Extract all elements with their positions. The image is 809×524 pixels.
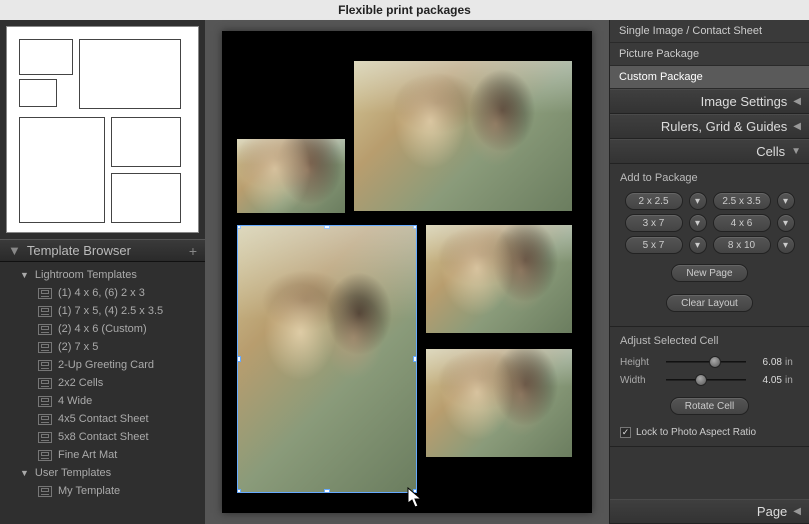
resize-handle[interactable] xyxy=(413,489,417,493)
template-icon xyxy=(38,414,52,425)
template-icon xyxy=(38,324,52,335)
chevron-down-icon: ▼ xyxy=(20,270,29,280)
checkbox-icon: ✓ xyxy=(620,427,631,438)
resize-handle[interactable] xyxy=(413,356,417,362)
template-item[interactable]: 2x2 Cells xyxy=(0,374,205,392)
folder-user-templates[interactable]: ▼ User Templates xyxy=(0,464,205,482)
folder-lightroom-templates[interactable]: ▼ Lightroom Templates xyxy=(0,266,205,284)
template-icon xyxy=(38,396,52,407)
canvas-area xyxy=(205,20,609,524)
print-page[interactable] xyxy=(222,31,592,513)
rotate-cell-button[interactable]: Rotate Cell xyxy=(670,397,749,415)
template-item[interactable]: (2) 7 x 5 xyxy=(0,338,205,356)
size-button[interactable]: 5 x 7 xyxy=(625,236,683,254)
height-slider[interactable] xyxy=(666,355,746,369)
add-template-button[interactable]: + xyxy=(189,243,197,259)
resize-handle[interactable] xyxy=(237,489,241,493)
template-tree: ▼ Lightroom Templates (1) 4 x 6, (6) 2 x… xyxy=(0,262,205,524)
size-button[interactable]: 2.5 x 3.5 xyxy=(713,192,771,210)
template-browser-header[interactable]: ▼ Template Browser + xyxy=(0,239,205,262)
adjust-cell-label: Adjust Selected Cell xyxy=(620,335,799,347)
size-menu-button[interactable]: ▾ xyxy=(777,214,795,232)
width-slider[interactable] xyxy=(666,373,746,387)
chevron-left-icon: ◀ xyxy=(793,121,801,132)
tab-single-image[interactable]: Single Image / Contact Sheet xyxy=(610,20,809,43)
size-button[interactable]: 4 x 6 xyxy=(713,214,771,232)
size-menu-button[interactable]: ▾ xyxy=(689,236,707,254)
new-page-button[interactable]: New Page xyxy=(671,264,747,282)
resize-handle[interactable] xyxy=(324,489,330,493)
photo-cell[interactable] xyxy=(354,61,572,211)
layout-style-tabs: Single Image / Contact Sheet Picture Pac… xyxy=(610,20,809,89)
template-item[interactable]: 5x8 Contact Sheet xyxy=(0,428,205,446)
template-icon xyxy=(38,360,52,371)
template-item[interactable]: Fine Art Mat xyxy=(0,446,205,464)
template-item[interactable]: (2) 4 x 6 (Custom) xyxy=(0,320,205,338)
photo-cell[interactable] xyxy=(426,225,572,333)
chevron-left-icon: ◀ xyxy=(793,506,801,517)
left-panel: ▼ Template Browser + ▼ Lightroom Templat… xyxy=(0,20,205,524)
size-menu-button[interactable]: ▾ xyxy=(689,192,707,210)
size-menu-button[interactable]: ▾ xyxy=(689,214,707,232)
main-layout: ▼ Template Browser + ▼ Lightroom Templat… xyxy=(0,20,809,524)
size-button[interactable]: 2 x 2.5 xyxy=(625,192,683,210)
disclosure-triangle-icon: ▼ xyxy=(8,243,21,258)
template-item[interactable]: 4x5 Contact Sheet xyxy=(0,410,205,428)
template-icon xyxy=(38,450,52,461)
template-icon xyxy=(38,306,52,317)
resize-handle[interactable] xyxy=(237,356,241,362)
width-field: Width 4.05 in xyxy=(620,373,799,387)
layout-preview[interactable] xyxy=(6,26,199,233)
chevron-left-icon: ◀ xyxy=(793,96,801,107)
rulers-header[interactable]: Rulers, Grid & Guides ◀ xyxy=(610,114,809,139)
tab-custom-package[interactable]: Custom Package xyxy=(610,66,809,89)
cells-header[interactable]: Cells ▼ xyxy=(610,139,809,164)
right-panel: Single Image / Contact Sheet Picture Pac… xyxy=(609,20,809,524)
add-to-package-label: Add to Package xyxy=(620,172,799,184)
image-settings-header[interactable]: Image Settings ◀ xyxy=(610,89,809,114)
template-icon xyxy=(38,486,52,497)
adjust-cell-panel: Adjust Selected Cell Height 6.08 in Widt… xyxy=(610,327,809,447)
template-icon xyxy=(38,288,52,299)
resize-handle[interactable] xyxy=(324,225,330,229)
chevron-down-icon: ▼ xyxy=(20,468,29,478)
clear-layout-button[interactable]: Clear Layout xyxy=(666,294,753,312)
size-button[interactable]: 8 x 10 xyxy=(713,236,771,254)
cells-panel: Add to Package 2 x 2.5 ▾ 2.5 x 3.5 ▾ 3 x 7… xyxy=(610,164,809,327)
size-menu-button[interactable]: ▾ xyxy=(777,236,795,254)
tab-picture-package[interactable]: Picture Package xyxy=(610,43,809,66)
resize-handle[interactable] xyxy=(413,225,417,229)
template-icon xyxy=(38,342,52,353)
template-browser-label: Template Browser xyxy=(27,243,131,258)
template-icon xyxy=(38,378,52,389)
template-item[interactable]: 4 Wide xyxy=(0,392,205,410)
size-button[interactable]: 3 x 7 xyxy=(625,214,683,232)
photo-cell[interactable] xyxy=(426,349,572,457)
resize-handle[interactable] xyxy=(237,225,241,229)
lock-aspect-checkbox[interactable]: ✓ Lock to Photo Aspect Ratio xyxy=(620,427,799,438)
window-title: Flexible print packages xyxy=(0,0,809,20)
width-value[interactable]: 4.05 xyxy=(752,375,782,386)
height-value[interactable]: 6.08 xyxy=(752,357,782,368)
template-icon xyxy=(38,432,52,443)
template-item[interactable]: (1) 7 x 5, (4) 2.5 x 3.5 xyxy=(0,302,205,320)
page-header[interactable]: Page ◀ xyxy=(610,499,809,524)
chevron-down-icon: ▼ xyxy=(791,146,801,157)
photo-cell-selected[interactable] xyxy=(237,225,417,493)
size-menu-button[interactable]: ▾ xyxy=(777,192,795,210)
template-item[interactable]: 2-Up Greeting Card xyxy=(0,356,205,374)
height-field: Height 6.08 in xyxy=(620,355,799,369)
photo-cell[interactable] xyxy=(237,139,345,213)
template-item[interactable]: My Template xyxy=(0,482,205,500)
template-item[interactable]: (1) 4 x 6, (6) 2 x 3 xyxy=(0,284,205,302)
